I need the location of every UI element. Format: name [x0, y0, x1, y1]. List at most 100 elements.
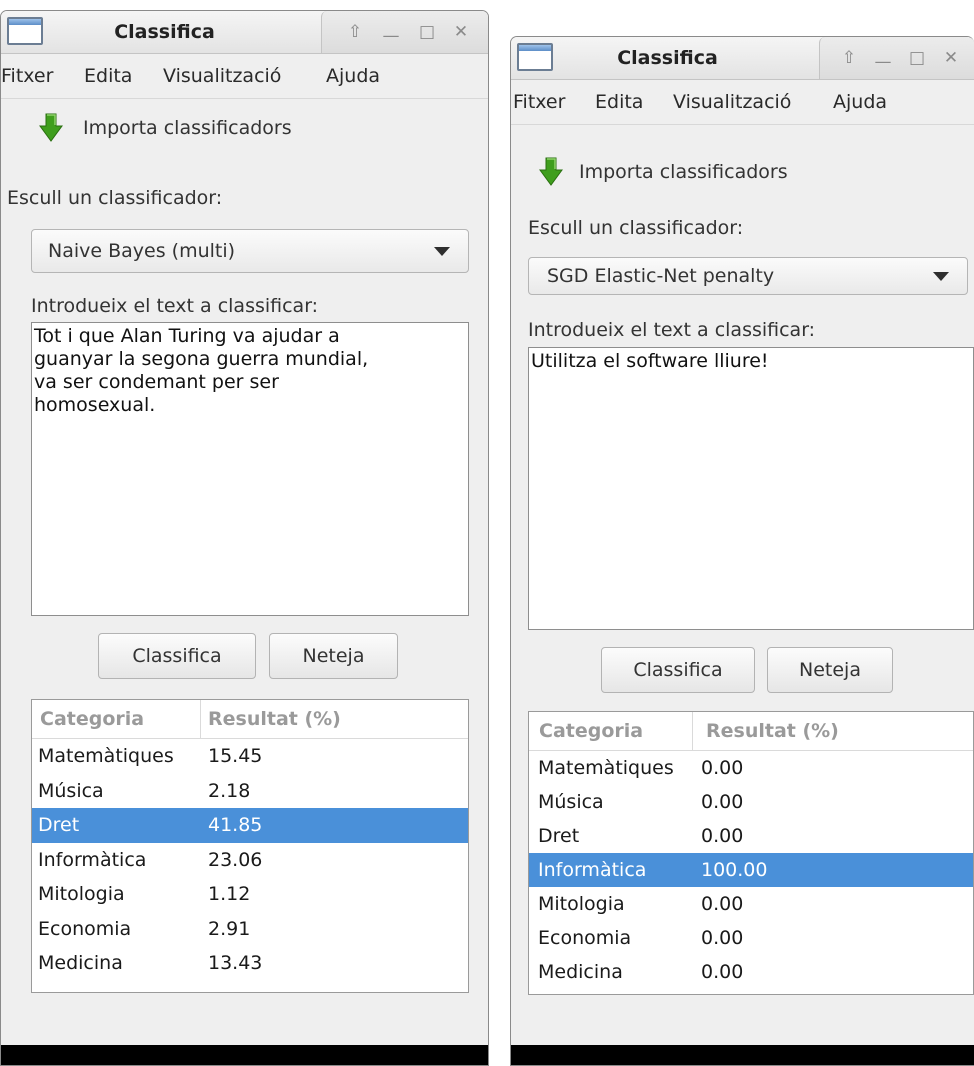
window-controls: ⇧ — □ ✕	[321, 11, 488, 53]
table-row[interactable]: Economia 0.00	[529, 921, 973, 955]
maximize-up-icon[interactable]: ⇧	[836, 45, 862, 71]
column-divider[interactable]	[200, 700, 201, 738]
cell-result: 0.00	[701, 893, 744, 915]
cell-category: Medicina	[538, 961, 623, 983]
table-row[interactable]: Matemàtiques 15.45	[32, 739, 468, 774]
table-row-selected[interactable]: Informàtica 100.00	[529, 853, 973, 887]
maximize-up-icon[interactable]: ⇧	[342, 19, 368, 45]
cell-category: Informàtica	[38, 848, 147, 871]
input-label: Introdueix el text a classificar:	[528, 319, 816, 341]
minimize-icon[interactable]: —	[378, 23, 404, 49]
table-row[interactable]: Dret 0.00	[529, 819, 973, 853]
minimize-icon[interactable]: —	[870, 49, 896, 75]
cell-result: 0.00	[701, 927, 744, 949]
cell-result: 100.00	[701, 859, 768, 881]
title-bar[interactable]: Classifica ⇧ — □ ✕	[511, 37, 974, 80]
cell-result: 0.00	[701, 757, 744, 779]
cell-result: 2.91	[208, 917, 251, 940]
menu-fitxer[interactable]: Fitxer	[513, 80, 565, 124]
classifier-window-1: Classifica ⇧ — □ ✕ Fitxer Edita Visualit…	[0, 10, 489, 1066]
table-row[interactable]: Matemàtiques 0.00	[529, 751, 973, 785]
menu-visualitzacio[interactable]: Visualització	[163, 54, 281, 98]
cell-category: Economia	[38, 917, 132, 940]
selected-classifier: Naive Bayes (multi)	[48, 240, 236, 262]
close-icon[interactable]: ✕	[448, 19, 474, 45]
classify-button[interactable]: Classifica	[601, 647, 755, 693]
table-row[interactable]: Música 0.00	[529, 785, 973, 819]
selected-classifier: SGD Elastic-Net penalty	[547, 265, 775, 287]
cell-result: 13.43	[208, 952, 263, 974]
status-bar	[511, 1045, 974, 1065]
clear-button[interactable]: Neteja	[269, 633, 398, 679]
chevron-down-icon	[434, 247, 450, 256]
menu-ajuda[interactable]: Ajuda	[326, 54, 380, 98]
title-bar[interactable]: Classifica ⇧ — □ ✕	[1, 11, 488, 54]
table-row[interactable]: Mitologia 0.00	[529, 887, 973, 921]
menu-fitxer[interactable]: Fitxer	[1, 54, 53, 98]
table-row[interactable]: Mitologia 1.12	[32, 877, 468, 912]
cell-category: Matemàtiques	[38, 745, 174, 767]
cell-category: Informàtica	[538, 859, 647, 881]
cell-result: 2.18	[208, 779, 251, 802]
cell-category: Dret	[38, 814, 80, 836]
text-input[interactable]: Utilitza el software lliure!	[528, 347, 974, 630]
table-row[interactable]: Informàtica 23.06	[32, 843, 468, 878]
green-down-arrow-icon	[39, 113, 63, 142]
table-row[interactable]: Medicina 0.00	[529, 955, 973, 989]
header-categoria[interactable]: Categoria	[539, 712, 643, 750]
menu-bar: Fitxer Edita Visualització Ajuda	[1, 54, 488, 99]
clear-button[interactable]: Neteja	[767, 647, 893, 693]
import-label: Importa classificadors	[83, 117, 292, 139]
import-classifiers-button[interactable]: Importa classificadors	[1, 99, 488, 157]
menu-visualitzacio[interactable]: Visualització	[673, 80, 791, 124]
cell-result: 23.06	[208, 848, 263, 871]
cell-category: Música	[38, 779, 104, 802]
table-row-selected[interactable]: Dret 41.85	[32, 808, 468, 843]
menu-edita[interactable]: Edita	[84, 54, 132, 98]
restore-icon[interactable]: □	[414, 19, 440, 45]
classifier-dropdown[interactable]: SGD Elastic-Net penalty	[528, 257, 968, 295]
window-controls: ⇧ — □ ✕	[819, 37, 974, 79]
header-resultat[interactable]: Resultat (%)	[208, 700, 341, 738]
classifier-dropdown[interactable]: Naive Bayes (multi)	[31, 229, 469, 273]
cell-result: 0.00	[701, 825, 744, 847]
menu-ajuda[interactable]: Ajuda	[833, 80, 887, 124]
header-resultat[interactable]: Resultat (%)	[706, 712, 839, 750]
results-table: Categoria Resultat (%) Matemàtiques 15.4…	[31, 699, 469, 993]
column-divider[interactable]	[692, 712, 693, 750]
menu-bar: Fitxer Edita Visualització Ajuda	[511, 80, 974, 125]
cell-result: 0.00	[701, 961, 744, 983]
cell-category: Matemàtiques	[538, 757, 674, 779]
import-label: Importa classificadors	[579, 161, 788, 183]
classify-button[interactable]: Classifica	[98, 633, 256, 679]
text-input[interactable]: Tot i que Alan Turing va ajudar a guanya…	[31, 322, 469, 616]
restore-icon[interactable]: □	[904, 45, 930, 71]
import-classifiers-button[interactable]: Importa classificadors	[511, 143, 974, 201]
cell-category: Mitologia	[38, 883, 125, 905]
status-bar	[1, 1045, 488, 1065]
cell-category: Mitologia	[538, 893, 625, 915]
cell-result: 41.85	[208, 814, 263, 836]
cell-category: Dret	[538, 825, 580, 847]
cell-result: 15.45	[208, 745, 263, 767]
table-row[interactable]: Música 2.18	[32, 774, 468, 809]
classifier-window-2: Classifica ⇧ — □ ✕ Fitxer Edita Visualit…	[510, 36, 974, 1066]
menu-edita[interactable]: Edita	[595, 80, 643, 124]
cell-category: Economia	[538, 927, 632, 949]
choose-classifier-label: Escull un classificador:	[528, 217, 744, 239]
table-row[interactable]: Medicina 13.43	[32, 946, 468, 981]
table-header: Categoria Resultat (%)	[32, 700, 468, 739]
chevron-down-icon	[933, 272, 949, 281]
table-header: Categoria Resultat (%)	[529, 712, 973, 751]
input-label: Introdueix el text a classificar:	[31, 295, 319, 317]
choose-classifier-label: Escull un classificador:	[7, 187, 223, 209]
cell-result: 0.00	[701, 791, 744, 813]
green-down-arrow-icon	[539, 157, 563, 186]
results-table: Categoria Resultat (%) Matemàtiques 0.00…	[528, 711, 974, 995]
close-icon[interactable]: ✕	[938, 45, 964, 71]
cell-category: Música	[538, 791, 604, 813]
cell-result: 1.12	[208, 883, 251, 905]
table-row[interactable]: Economia 2.91	[32, 912, 468, 947]
header-categoria[interactable]: Categoria	[40, 700, 144, 738]
cell-category: Medicina	[38, 952, 123, 974]
